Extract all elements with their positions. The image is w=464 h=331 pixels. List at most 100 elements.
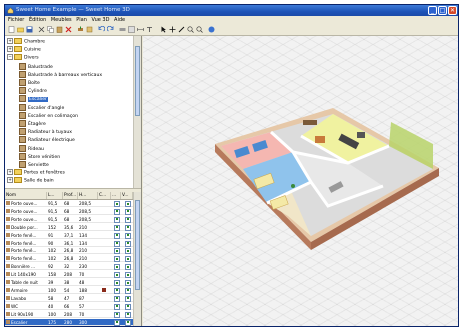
catalog-category[interactable]: − Divers xyxy=(7,54,39,61)
catalog-item[interactable]: Boîte xyxy=(19,79,40,86)
movable-checkbox[interactable] xyxy=(114,201,120,207)
catalog-item[interactable]: Étagère xyxy=(19,120,46,127)
header-movable[interactable]: ... xyxy=(111,192,121,199)
table-row[interactable]: Porte fenê... 102 26,8 210 xyxy=(5,255,133,263)
menu-file[interactable]: Fichier xyxy=(8,16,24,24)
catalog-item[interactable]: Store vénitien xyxy=(19,152,60,160)
catalog-item[interactable]: Radiateur électrique xyxy=(19,136,75,144)
table-row[interactable]: Bonnière ... 92 32 230 xyxy=(5,263,133,271)
3d-view[interactable] xyxy=(143,36,459,327)
menu-furniture[interactable]: Meubles xyxy=(51,16,72,24)
catalog-category[interactable]: + Cuisine xyxy=(7,46,41,53)
visible-checkbox[interactable] xyxy=(125,280,131,286)
table-row[interactable]: Porte ouve... 91,5 68 208,5 xyxy=(5,216,133,223)
expand-icon[interactable]: + xyxy=(7,169,13,176)
table-row[interactable]: WC 40 66 57 xyxy=(5,303,133,310)
catalog-item[interactable]: Escalier d'angle xyxy=(19,103,64,111)
redo-icon[interactable] xyxy=(107,26,114,33)
undo-icon[interactable] xyxy=(98,26,105,33)
expand-icon[interactable]: + xyxy=(7,46,13,53)
catalog-scrollbar[interactable] xyxy=(133,36,141,188)
expand-icon[interactable]: + xyxy=(7,38,13,44)
catalog-item[interactable]: Escalier en colimaçon xyxy=(19,111,78,119)
table-row[interactable]: Escalier 175 280 300 xyxy=(5,318,133,326)
collapse-icon[interactable]: − xyxy=(7,54,13,61)
visible-checkbox[interactable] xyxy=(125,240,131,247)
visible-checkbox[interactable] xyxy=(125,201,131,207)
movable-checkbox[interactable] xyxy=(114,248,120,255)
visible-checkbox[interactable] xyxy=(125,272,131,279)
catalog-scroll-thumb[interactable] xyxy=(135,46,140,116)
header-name[interactable]: Nom xyxy=(5,192,47,199)
table-row[interactable]: Double por... 152 35,6 210 xyxy=(5,224,133,231)
table-row[interactable]: Porte ouve... 91,5 68 208,5 xyxy=(5,200,133,207)
visible-checkbox[interactable] xyxy=(125,303,131,310)
menu-edit[interactable]: Édition xyxy=(29,16,46,24)
room-icon[interactable] xyxy=(128,26,135,33)
create-walls-icon[interactable] xyxy=(178,26,185,33)
movable-checkbox[interactable] xyxy=(114,303,120,310)
paste-icon[interactable] xyxy=(56,26,63,33)
table-row[interactable]: Lit 140x190 158 208 70 xyxy=(5,271,133,279)
movable-checkbox[interactable] xyxy=(114,264,120,271)
catalog-category[interactable]: + Salle de bain xyxy=(7,177,54,184)
movable-checkbox[interactable] xyxy=(114,216,120,223)
table-scroll-thumb[interactable] xyxy=(135,200,140,290)
table-row[interactable]: Porte fenê... 102 26,8 210 xyxy=(5,247,133,255)
catalog-item[interactable]: Cylindre xyxy=(19,87,47,95)
movable-checkbox[interactable] xyxy=(114,256,120,263)
visible-checkbox[interactable] xyxy=(125,256,131,263)
help-icon[interactable] xyxy=(208,26,215,33)
close-button[interactable]: ✕ xyxy=(448,6,457,15)
catalog-item[interactable]: Balustrade xyxy=(19,62,53,70)
select-icon[interactable] xyxy=(160,26,167,33)
catalog-category[interactable]: + Portes et fenêtres xyxy=(7,169,65,176)
movable-checkbox[interactable] xyxy=(114,280,120,286)
expand-icon[interactable]: + xyxy=(7,177,13,184)
pan-icon[interactable] xyxy=(169,26,176,33)
header-depth[interactable]: Prof... xyxy=(63,192,78,199)
movable-checkbox[interactable] xyxy=(114,272,120,279)
visible-checkbox[interactable] xyxy=(125,319,131,326)
minimize-button[interactable]: _ xyxy=(428,6,437,15)
catalog-item[interactable]: Balustrade à barreaux verticaux xyxy=(19,70,102,78)
furniture-catalog-tree[interactable]: + Chambre + Cuisine − Divers Balustrade Balustr… xyxy=(5,36,133,188)
header-width[interactable]: L... xyxy=(47,192,63,199)
visible-checkbox[interactable] xyxy=(125,232,131,239)
import-icon[interactable] xyxy=(86,26,93,33)
table-row[interactable]: Porte ouve... 91,5 68 208,5 xyxy=(5,208,133,215)
furniture-list-table[interactable]: Nom L... Prof... H... C... ... V... Port… xyxy=(5,192,133,326)
header-height[interactable]: H... xyxy=(78,192,98,199)
copy-icon[interactable] xyxy=(47,26,54,33)
zoom-out-icon[interactable] xyxy=(196,26,203,33)
movable-checkbox[interactable] xyxy=(114,232,120,239)
catalog-item[interactable]: Rideau xyxy=(19,144,44,152)
table-scrollbar[interactable] xyxy=(133,192,141,326)
header-visible[interactable]: V... xyxy=(121,192,133,199)
catalog-item[interactable]: Escalier xyxy=(19,95,48,103)
new-icon[interactable] xyxy=(8,26,15,33)
movable-checkbox[interactable] xyxy=(114,240,120,247)
movable-checkbox[interactable] xyxy=(114,287,120,294)
maximize-button[interactable]: □ xyxy=(438,6,447,15)
table-row[interactable]: Armoire 100 54 188 xyxy=(5,287,133,294)
table-row[interactable]: Lit 90x190 100 208 70 xyxy=(5,311,133,318)
3d-house-render[interactable] xyxy=(143,36,459,327)
visible-checkbox[interactable] xyxy=(125,208,131,215)
visible-checkbox[interactable] xyxy=(125,311,131,318)
table-row[interactable]: Lavabo 58 47 87 xyxy=(5,295,133,302)
table-row[interactable]: Porte fenê... 90 36,1 134 xyxy=(5,240,133,247)
wall-icon[interactable] xyxy=(119,26,126,33)
open-icon[interactable] xyxy=(17,26,24,33)
header-color[interactable]: C... xyxy=(98,192,111,199)
cut-icon[interactable] xyxy=(38,26,45,33)
dimension-icon[interactable] xyxy=(137,26,144,33)
catalog-category[interactable]: + Chambre xyxy=(7,38,45,45)
visible-checkbox[interactable] xyxy=(125,216,131,223)
title-bar[interactable]: Sweet Home Example — Sweet Home 3D _ □ ✕ xyxy=(5,5,458,16)
add-furniture-icon[interactable] xyxy=(77,26,84,33)
menu-help[interactable]: Aide xyxy=(114,16,125,24)
movable-checkbox[interactable] xyxy=(114,295,120,302)
visible-checkbox[interactable] xyxy=(125,264,131,271)
menu-3d-view[interactable]: Vue 3D xyxy=(91,16,109,24)
